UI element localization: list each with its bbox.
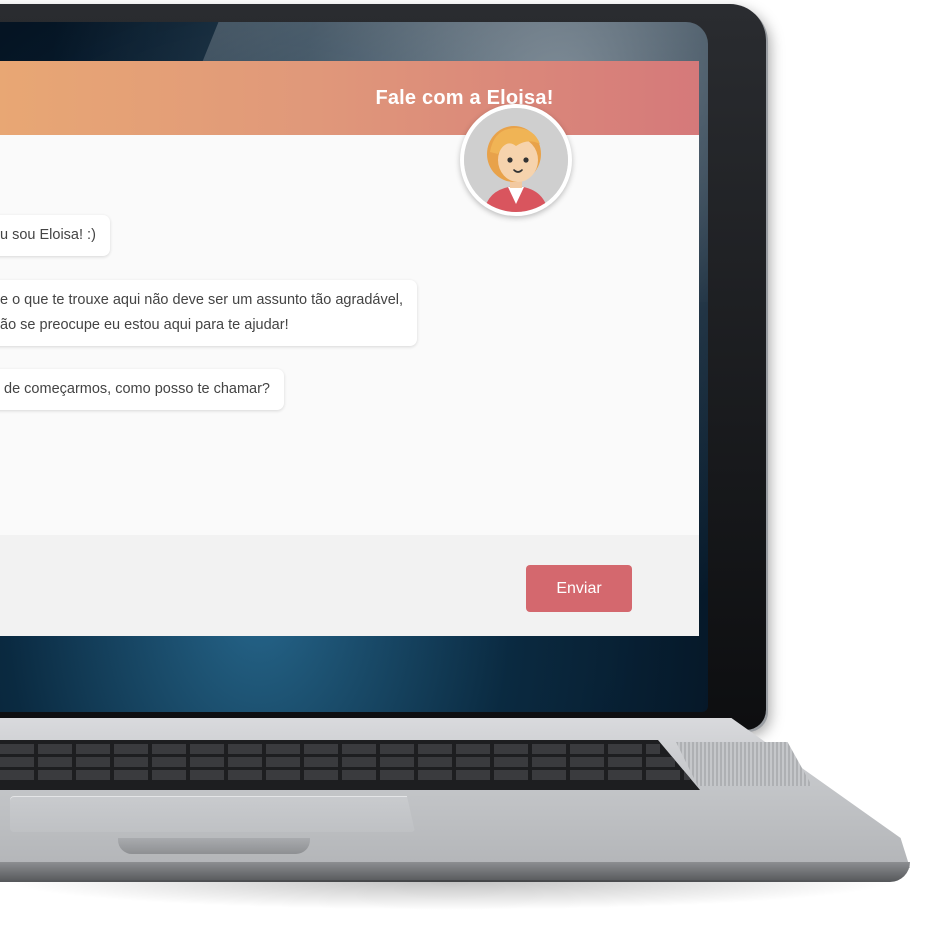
assistant-avatar [460, 104, 572, 216]
key-row [0, 757, 675, 767]
message-composer: Enviar [0, 535, 699, 636]
lid-notch [118, 838, 310, 854]
chat-window: Fale com a Eloisa! u sou Eloisa! :) e o … [0, 61, 699, 636]
chat-header: Fale com a Eloisa! [0, 61, 699, 135]
message-list: u sou Eloisa! :) e o que te trouxe aqui … [0, 135, 699, 535]
bot-message: e o que te trouxe aqui não deve ser um a… [0, 280, 418, 346]
laptop-shadow [0, 880, 900, 910]
bot-message: de começarmos, como posso te chamar? [0, 369, 284, 410]
laptop-keyboard [0, 740, 700, 790]
avatar-icon [464, 108, 568, 212]
trackpad [10, 796, 415, 832]
message-input[interactable] [0, 561, 484, 603]
bot-message: u sou Eloisa! :) [0, 215, 110, 256]
key-row [0, 770, 690, 780]
speaker-grill [676, 742, 812, 786]
laptop-front-edge [0, 862, 910, 882]
send-button[interactable]: Enviar [526, 565, 632, 612]
key-row [0, 744, 660, 754]
